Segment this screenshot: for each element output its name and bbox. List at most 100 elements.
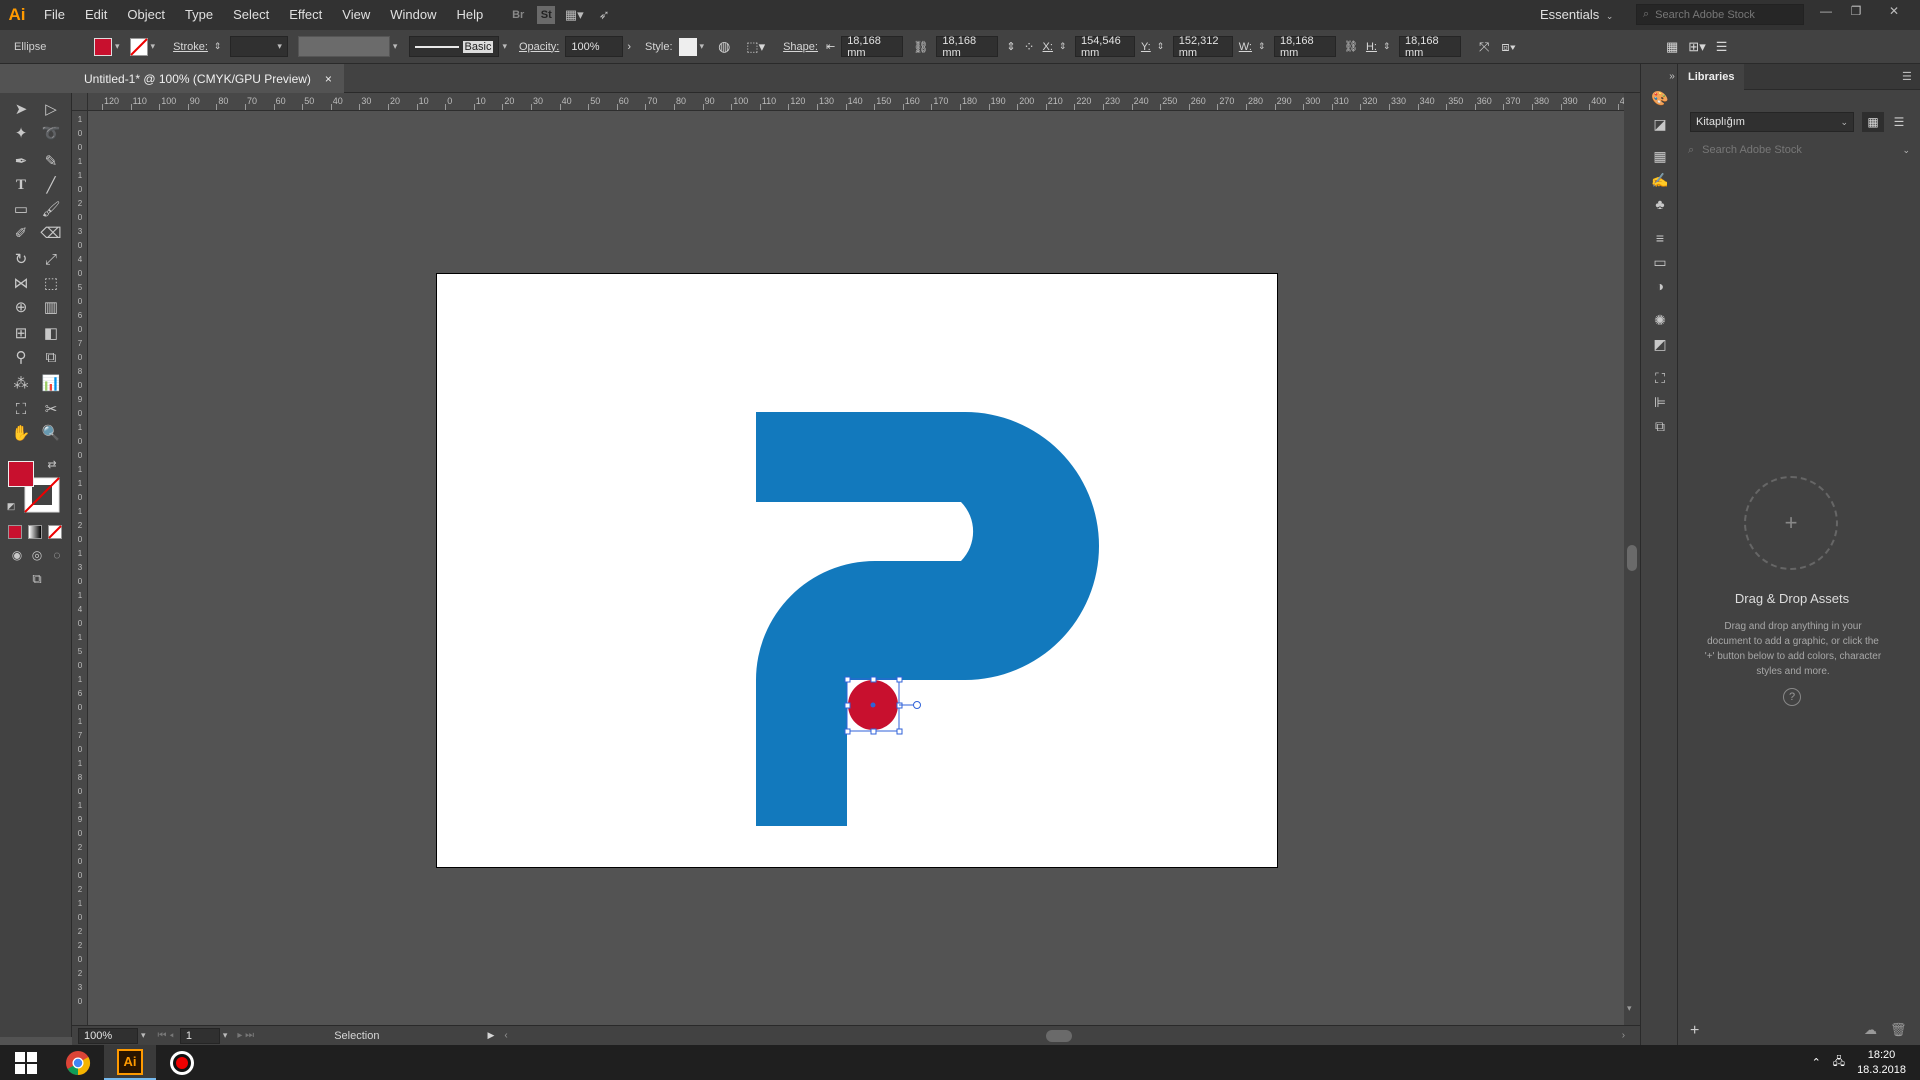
y-label[interactable]: Y: bbox=[1141, 41, 1151, 53]
lasso-tool-icon[interactable]: ➰ bbox=[38, 121, 64, 145]
arrange-documents-icon[interactable]: ▦▾ bbox=[563, 5, 585, 25]
constrain-proportions-icon[interactable]: ⛓ bbox=[1344, 40, 1358, 53]
last-artboard-icon[interactable]: ▸ ⏭ bbox=[237, 1030, 254, 1041]
opacity-label[interactable]: Opacity: bbox=[519, 41, 559, 53]
close-window-button[interactable]: ✕ bbox=[1880, 0, 1908, 22]
chevron-down-icon[interactable]: ▾ bbox=[223, 1030, 228, 1041]
h-stepper[interactable]: ⇕ bbox=[1383, 41, 1393, 52]
pen-tool-icon[interactable]: ✒ bbox=[8, 149, 34, 173]
list-view-icon[interactable]: ☰ bbox=[1888, 112, 1910, 132]
symbols-panel-icon[interactable]: ♣ bbox=[1649, 194, 1671, 214]
first-artboard-icon[interactable]: ⏮ ◂ bbox=[158, 1030, 174, 1041]
chevron-down-icon[interactable]: ▾ bbox=[141, 1030, 146, 1041]
type-tool-icon[interactable]: T bbox=[8, 173, 34, 197]
scroll-left-icon[interactable]: ‹ bbox=[504, 1030, 507, 1041]
curvature-tool-icon[interactable]: ✎ bbox=[38, 149, 64, 173]
w-field[interactable]: 18,168 mm bbox=[1274, 35, 1336, 59]
reference-point-icon[interactable]: ⁘ bbox=[1024, 39, 1035, 55]
direct-selection-tool-icon[interactable]: ▷ bbox=[38, 97, 64, 121]
color-mode-button[interactable] bbox=[8, 525, 22, 539]
transparency-panel-icon[interactable]: ◑ bbox=[1649, 276, 1671, 296]
free-transform-tool-icon[interactable]: ⬚ bbox=[38, 271, 64, 295]
appearance-panel-icon[interactable]: ✺ bbox=[1649, 310, 1671, 330]
menu-help[interactable]: Help bbox=[446, 0, 493, 30]
paintbrush-tool-icon[interactable]: 🖌 bbox=[38, 197, 64, 221]
hand-tool-icon[interactable]: ✋ bbox=[8, 421, 34, 445]
illustrator-icon[interactable]: Ai bbox=[104, 1045, 156, 1080]
taskbar-date[interactable]: 18.3.2018 bbox=[1857, 1063, 1906, 1078]
collapse-icon[interactable]: » bbox=[1667, 66, 1677, 86]
screen-mode-icon[interactable]: ⧉ bbox=[24, 567, 50, 591]
grid-view-icon[interactable]: ▦ bbox=[1862, 112, 1884, 132]
style-swatch[interactable] bbox=[678, 37, 697, 56]
menu-type[interactable]: Type bbox=[175, 0, 223, 30]
align-panel-icon[interactable]: ⊫ bbox=[1649, 392, 1671, 412]
shape-builder-tool-icon[interactable]: ⊕ bbox=[8, 295, 34, 319]
eyedropper-tool-icon[interactable]: ⚲ bbox=[8, 345, 34, 369]
shape-height-field[interactable]: 18,168 mm bbox=[936, 35, 999, 59]
add-content-icon[interactable]: + bbox=[1690, 1022, 1699, 1040]
default-colors-icon[interactable]: ◩ bbox=[4, 499, 18, 513]
chevron-up-icon[interactable]: ⌃ bbox=[1812, 1056, 1821, 1069]
scroll-right-icon[interactable]: › bbox=[1622, 1030, 1625, 1041]
cloud-sync-icon[interactable]: ☁ bbox=[1864, 1022, 1877, 1038]
w-stepper[interactable]: ⇕ bbox=[1258, 41, 1268, 52]
stroke-swatch[interactable]: ▾ bbox=[129, 37, 155, 56]
symbol-sprayer-tool-icon[interactable]: ⁂ bbox=[8, 371, 34, 395]
blue-p-letterform[interactable] bbox=[756, 412, 1099, 826]
menu-edit[interactable]: Edit bbox=[75, 0, 117, 30]
artboard-number-field[interactable]: 1 bbox=[179, 1027, 220, 1044]
transform-icon[interactable]: ⤧ bbox=[1479, 39, 1489, 55]
chrome-icon[interactable] bbox=[52, 1045, 104, 1080]
scroll-down-icon[interactable]: ▾ bbox=[1627, 1003, 1632, 1014]
trash-icon[interactable]: 🗑 bbox=[1890, 1022, 1907, 1038]
shape-label[interactable]: Shape: bbox=[783, 41, 818, 53]
stock-search-input[interactable]: ⌕ Search Adobe Stock bbox=[1636, 4, 1804, 25]
slice-tool-icon[interactable]: ✂ bbox=[38, 397, 64, 421]
stroke-label[interactable]: Stroke: bbox=[173, 41, 208, 53]
menu-window[interactable]: Window bbox=[380, 0, 446, 30]
vertical-scrollbar[interactable]: ▾ bbox=[1624, 93, 1640, 1025]
close-tab-icon[interactable]: × bbox=[325, 72, 332, 86]
h-field[interactable]: 18,168 mm bbox=[1398, 35, 1461, 59]
network-icon[interactable]: 🖧 bbox=[1833, 1053, 1845, 1072]
isolate-icon[interactable]: ⧈▾ bbox=[1501, 39, 1516, 55]
shaper-tool-icon[interactable]: ✐ bbox=[8, 221, 34, 245]
workspace-switcher[interactable]: Essentials ⌄ bbox=[1540, 0, 1613, 31]
stock-icon[interactable]: St bbox=[537, 6, 556, 24]
shape-width-field[interactable]: 18,168 mm bbox=[841, 35, 904, 59]
variable-width-profile[interactable] bbox=[297, 36, 390, 57]
swap-colors-icon[interactable]: ⇄ bbox=[44, 457, 60, 471]
library-dropdown[interactable]: Kitaplığım ⌄ bbox=[1690, 112, 1854, 132]
width-tool-icon[interactable]: ⋈ bbox=[8, 271, 34, 295]
magic-wand-tool-icon[interactable]: ✦ bbox=[8, 121, 34, 145]
y-stepper[interactable]: ⇕ bbox=[1157, 41, 1167, 52]
rotate-tool-icon[interactable]: ↻ bbox=[8, 247, 34, 271]
chevron-right-icon[interactable]: › bbox=[627, 41, 631, 53]
artboard-tool-icon[interactable]: ⛶ bbox=[8, 397, 34, 421]
recolor-artwork-icon[interactable]: ◍ bbox=[718, 38, 730, 55]
bridge-icon[interactable]: Br bbox=[507, 5, 529, 25]
status-menu-icon[interactable]: ▶ bbox=[487, 1030, 494, 1041]
y-field[interactable]: 152,312 mm bbox=[1172, 35, 1233, 59]
zoom-tool-icon[interactable]: 🔍 bbox=[38, 421, 64, 445]
panel-options-icon[interactable]: ⊞▾ bbox=[1688, 39, 1705, 55]
canvas-area[interactable] bbox=[88, 111, 1624, 1025]
fill-color-box[interactable] bbox=[8, 461, 34, 487]
stroke-stepper[interactable]: ⇕ bbox=[214, 41, 224, 52]
menu-file[interactable]: File bbox=[34, 0, 75, 30]
vertical-scroll-thumb[interactable] bbox=[1627, 545, 1637, 571]
draw-inside-icon[interactable]: ◌ bbox=[44, 543, 70, 567]
gradient-panel-icon[interactable]: ▭ bbox=[1649, 252, 1671, 272]
x-field[interactable]: 154,546 mm bbox=[1074, 35, 1135, 59]
stroke-panel-icon[interactable]: ≡ bbox=[1649, 228, 1671, 248]
arrange-icon[interactable]: ▦ bbox=[1666, 39, 1678, 55]
blend-tool-icon[interactable]: ⧉ bbox=[38, 345, 64, 369]
w-label[interactable]: W: bbox=[1239, 41, 1252, 53]
link-icon[interactable]: ⛓ bbox=[913, 40, 928, 54]
control-menu-icon[interactable]: ☰ bbox=[1716, 39, 1728, 55]
color-guide-icon[interactable]: ◪ bbox=[1649, 114, 1671, 134]
h-label[interactable]: H: bbox=[1366, 41, 1377, 53]
perspective-grid-tool-icon[interactable]: ▥ bbox=[38, 295, 64, 319]
x-stepper[interactable]: ⇕ bbox=[1059, 41, 1069, 52]
